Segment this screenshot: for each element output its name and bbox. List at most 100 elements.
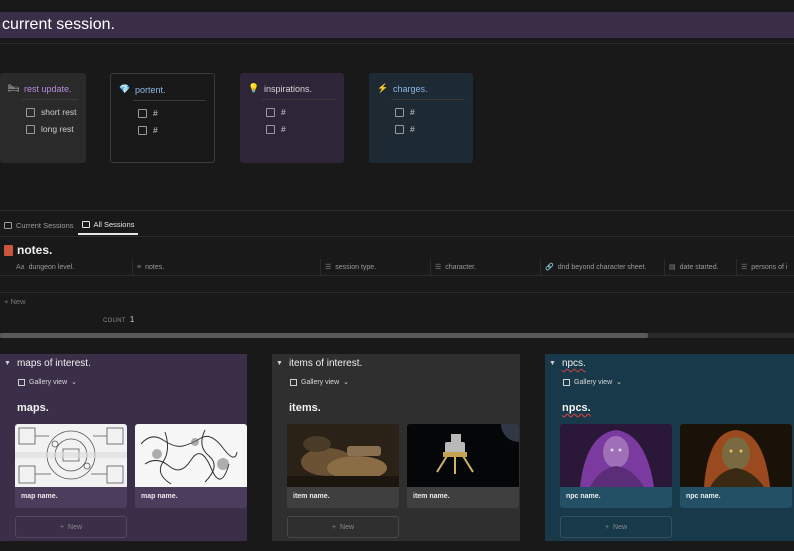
gallery-card[interactable]: item name. — [407, 424, 519, 508]
new-card-button[interactable]: + New — [287, 516, 399, 538]
count-footer[interactable]: COUNT 1 — [103, 315, 135, 324]
count-label: COUNT — [103, 318, 126, 324]
checkbox-long-rest[interactable]: long rest — [26, 124, 74, 134]
triangle-down-icon[interactable]: ▼ — [4, 360, 11, 367]
toggle-title: items of interest. — [288, 358, 363, 369]
callout-label: inspirations. — [264, 83, 313, 94]
section-divider — [0, 210, 794, 211]
checkbox-charge-1[interactable]: # — [395, 107, 415, 117]
callout-divider — [391, 99, 465, 100]
gallery-view-selector[interactable]: Gallery view ⌄ — [563, 378, 622, 386]
gallery-grid-icon — [18, 378, 25, 386]
database-title[interactable]: notes. — [4, 243, 52, 257]
column-label: date started. — [679, 263, 719, 271]
column-notes[interactable]: ≡ notes. — [132, 259, 320, 275]
bed-icon: 🛏 — [8, 83, 20, 93]
callout-divider — [133, 100, 206, 101]
gallery-grid-icon — [563, 378, 570, 386]
new-row-button[interactable]: + New — [4, 297, 26, 306]
callout-inspirations: 💡 inspirations. # # — [240, 73, 344, 163]
page-title-bar: current session. — [0, 12, 794, 38]
column-character[interactable]: ☰ character. — [430, 259, 540, 275]
new-label: New — [68, 523, 83, 531]
npc-portrait — [560, 424, 672, 487]
tab-current-sessions[interactable]: Current Sessions — [0, 216, 78, 235]
card-title: item name. — [407, 487, 519, 508]
checkbox-icon[interactable] — [266, 107, 275, 117]
view-label: Gallery view — [29, 378, 68, 386]
card-title: item name. — [287, 487, 399, 508]
gallery-view-selector[interactable]: Gallery view ⌄ — [18, 378, 77, 386]
column-label: session type. — [335, 263, 377, 271]
callout-label: rest update. — [24, 83, 72, 94]
checkbox-label: # — [281, 107, 286, 117]
checkbox-icon[interactable] — [26, 107, 35, 117]
toggle-title: npcs. — [561, 358, 586, 369]
new-label: New — [613, 523, 628, 531]
view-tabs: Current Sessions All Sessions — [0, 216, 139, 236]
gallery-card[interactable]: npc name. — [680, 424, 792, 508]
plus-icon: + — [604, 523, 610, 531]
new-card-button[interactable]: + New — [15, 516, 127, 538]
toggle-header[interactable]: ▼ items of interest. — [276, 358, 362, 369]
gallery-maps-of-interest: ▼ maps of interest. Gallery view ⌄ maps.… — [0, 354, 247, 541]
gallery-view-selector[interactable]: Gallery view ⌄ — [290, 378, 349, 386]
gallery-npcs: ▼ npcs. Gallery view ⌄ npcs. npc name. n… — [545, 354, 794, 541]
gallery-card[interactable]: item name. — [287, 424, 399, 508]
npc-portrait — [680, 424, 792, 487]
chevron-down-icon: ⌄ — [616, 379, 622, 386]
callout-label: charges. — [393, 83, 428, 94]
gallery-grid-icon — [290, 378, 297, 386]
table-header: Aa dungeon level. ≡ notes. ☰ session type. … — [0, 259, 794, 275]
callout-portent: 💎 portent. # # — [110, 73, 215, 163]
column-dungeon-level[interactable]: Aa dungeon level. — [12, 259, 132, 275]
gallery-card[interactable]: map name. — [15, 424, 127, 508]
checkbox-icon[interactable] — [26, 124, 35, 134]
triangle-down-icon[interactable]: ▼ — [549, 360, 556, 367]
column-date-started[interactable]: ▤ date started. — [664, 259, 736, 275]
count-value: 1 — [129, 315, 135, 324]
toggle-header[interactable]: ▼ npcs. — [549, 358, 586, 369]
text-type-icon: Aa — [16, 263, 25, 271]
list-icon: ☰ — [435, 264, 442, 271]
new-card-button[interactable]: + New — [560, 516, 672, 538]
checkbox-label: long rest — [41, 124, 74, 134]
scrollbar-thumb[interactable] — [0, 333, 648, 338]
map-thumbnail — [15, 424, 127, 487]
gallery-card[interactable]: map name. — [135, 424, 247, 508]
checkbox-icon[interactable] — [395, 124, 404, 134]
gallery-heading: npcs. — [562, 402, 591, 414]
checkbox-icon[interactable] — [138, 108, 147, 118]
checkbox-label: # — [281, 124, 286, 134]
column-label: notes. — [145, 263, 165, 271]
new-label: New — [340, 523, 355, 531]
checkbox-inspiration-2[interactable]: # — [266, 124, 286, 134]
tab-label: All Sessions — [93, 220, 135, 229]
triangle-down-icon[interactable]: ▼ — [276, 360, 283, 367]
column-persons-of-interest[interactable]: ☰ persons of i — [736, 259, 794, 275]
column-session-type[interactable]: ☰ session type. — [320, 259, 430, 275]
checkbox-icon[interactable] — [266, 124, 275, 134]
checkbox-portent-1[interactable]: # — [138, 108, 158, 118]
card-title: map name. — [15, 487, 127, 508]
checkbox-icon[interactable] — [138, 125, 147, 135]
callout-divider — [262, 99, 336, 100]
lightbulb-icon: 💡 — [248, 83, 260, 93]
card-title: map name. — [135, 487, 247, 508]
checkbox-short-rest[interactable]: short rest — [26, 107, 76, 117]
checkbox-inspiration-1[interactable]: # — [266, 107, 286, 117]
column-dnd-beyond-sheet[interactable]: 🔗 dnd beyond character sheet. — [540, 259, 664, 275]
new-row-label: New — [10, 297, 26, 306]
checkbox-icon[interactable] — [395, 107, 404, 117]
checkbox-label: # — [153, 108, 158, 118]
gallery-card[interactable]: npc name. — [560, 424, 672, 508]
tab-all-sessions[interactable]: All Sessions — [77, 216, 139, 235]
item-thumbnail — [407, 424, 519, 487]
gallery-items-of-interest: ▼ items of interest. Gallery view ⌄ item… — [272, 354, 520, 541]
toggle-header[interactable]: ▼ maps of interest. — [4, 358, 91, 369]
table-row[interactable] — [0, 275, 794, 293]
checkbox-charge-2[interactable]: # — [395, 124, 415, 134]
checkbox-portent-2[interactable]: # — [138, 125, 158, 135]
view-label: Gallery view — [574, 378, 613, 386]
column-label: persons of i — [751, 263, 788, 271]
